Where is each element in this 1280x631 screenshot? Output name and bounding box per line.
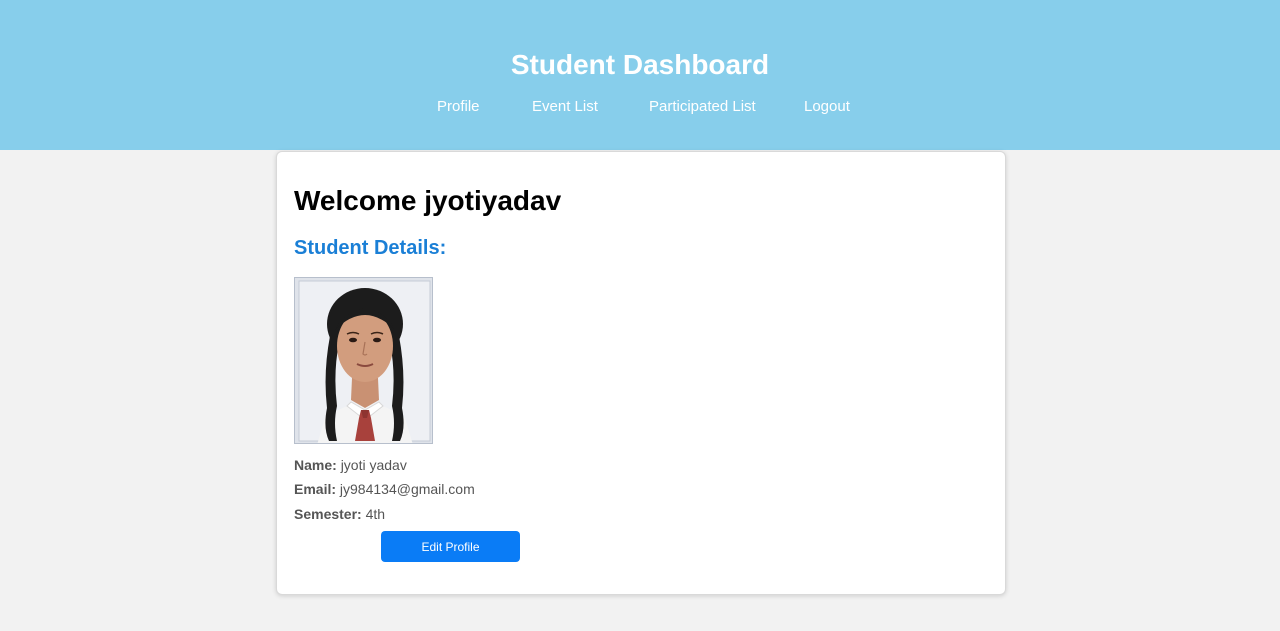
nav-link-event-list[interactable]: Event List <box>532 98 598 116</box>
nav-link-participated-list[interactable]: Participated List <box>649 98 756 116</box>
nav-link-profile[interactable]: Profile <box>437 98 480 116</box>
nav-link-logout[interactable]: Logout <box>804 98 850 116</box>
name-value: jyoti yadav <box>340 457 407 473</box>
profile-card: Welcome jyotiyadav Student Details: Name… <box>276 151 1006 595</box>
header-bar: Student Dashboard Profile Event List Par… <box>0 0 1280 150</box>
name-field: Name: jyoti yadav <box>294 457 407 474</box>
semester-label: Semester: <box>294 506 362 522</box>
email-field: Email: jy984134@gmail.com <box>294 481 475 498</box>
student-details-heading: Student Details: <box>294 237 447 259</box>
email-value: jy984134@gmail.com <box>339 481 475 497</box>
semester-value: 4th <box>365 506 386 522</box>
email-label: Email: <box>294 481 337 497</box>
page-title: Student Dashboard <box>510 49 770 80</box>
name-label: Name: <box>294 457 337 473</box>
welcome-heading: Welcome jyotiyadav <box>294 185 562 216</box>
semester-field: Semester: 4th <box>294 506 385 523</box>
student-photo <box>294 277 433 444</box>
edit-profile-button[interactable]: Edit Profile <box>381 531 520 562</box>
